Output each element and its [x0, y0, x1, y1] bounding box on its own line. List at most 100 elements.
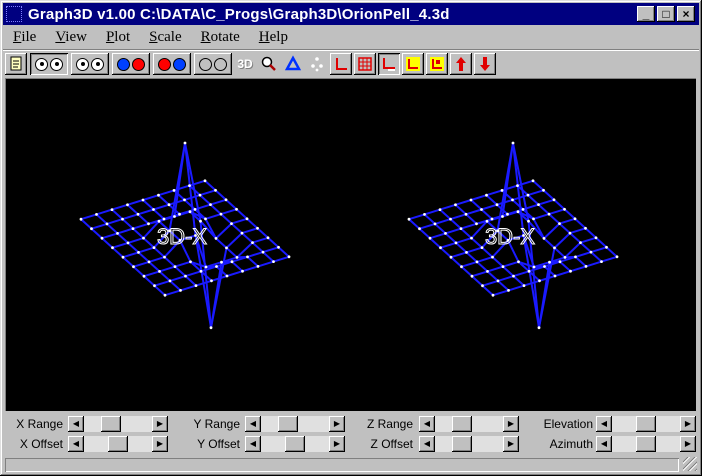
mesh-node [163, 255, 166, 259]
elevation-slider[interactable]: ◀ ▶ [596, 416, 696, 432]
mesh-node [526, 193, 530, 197]
mesh-line [122, 256, 135, 268]
mesh-node [100, 236, 104, 240]
y-offset-slider[interactable]: ◀ ▶ [245, 436, 345, 452]
mesh-node [495, 203, 499, 207]
mesh-line [267, 237, 280, 249]
arrow-left-icon[interactable]: ◀ [245, 436, 261, 452]
overlay-3dx-label: 3D-X [157, 224, 207, 249]
mesh-node [224, 198, 228, 202]
z-scale-button[interactable] [426, 53, 448, 75]
axes-labels-button[interactable] [378, 53, 400, 75]
down-arrow-button[interactable] [474, 53, 496, 75]
menu-view[interactable]: View [55, 29, 87, 46]
mesh-node [548, 260, 551, 264]
view-mono-button[interactable] [30, 53, 68, 75]
slider-thumb[interactable] [285, 436, 305, 452]
mesh-node [547, 212, 551, 216]
slider-thumb[interactable] [451, 436, 472, 452]
mesh-line [174, 260, 191, 268]
mesh-line [579, 241, 592, 253]
mesh-line [241, 232, 254, 244]
close-button[interactable]: × [677, 6, 695, 22]
mesh-line [543, 237, 556, 249]
x-range-slider[interactable]: ◀ ▶ [68, 416, 168, 432]
grid-box-button[interactable] [354, 53, 376, 75]
mesh-line [439, 246, 452, 258]
mesh-node [517, 260, 520, 264]
menu-help[interactable]: Help [259, 29, 288, 46]
arrow-right-icon[interactable]: ▶ [680, 416, 696, 432]
arrow-right-icon[interactable]: ▶ [680, 436, 696, 452]
x-offset-slider[interactable]: ◀ ▶ [68, 436, 168, 452]
mesh-line [460, 265, 473, 277]
x-scale-button[interactable] [402, 53, 424, 75]
up-arrow-button[interactable] [450, 53, 472, 75]
mesh-node [215, 265, 218, 268]
arrow-left-icon[interactable]: ◀ [68, 416, 84, 432]
menu-file[interactable]: File [13, 29, 36, 46]
mesh-line [471, 270, 488, 278]
3d-text-button[interactable]: 3D [234, 53, 256, 75]
arrow-right-icon[interactable]: ▶ [503, 436, 519, 452]
mesh-line [570, 265, 587, 273]
slider-thumb[interactable] [108, 436, 128, 452]
app-icon[interactable] [6, 6, 22, 22]
mesh-node [183, 198, 186, 202]
arrow-right-icon[interactable]: ▶ [152, 436, 168, 452]
arrow-left-icon[interactable]: ◀ [68, 436, 84, 452]
mesh-line [143, 275, 156, 287]
mesh-node [491, 293, 495, 297]
mesh-node [173, 215, 176, 218]
axes-button[interactable] [330, 53, 352, 75]
view-grey-button[interactable] [194, 53, 232, 75]
mesh-line [158, 189, 175, 197]
plot-canvas[interactable]: 3D-X 3D-X [5, 78, 696, 411]
mesh-line [470, 237, 483, 249]
minimize-button[interactable]: _ [637, 6, 655, 22]
slider-thumb[interactable] [100, 416, 121, 432]
view-red-blue-button[interactable] [112, 53, 150, 75]
mesh-line [465, 208, 482, 216]
arrow-right-icon[interactable]: ▶ [152, 416, 168, 432]
triangle-button[interactable] [282, 53, 304, 75]
menu-rotate[interactable]: Rotate [201, 29, 240, 46]
points-button[interactable] [306, 53, 328, 75]
title-bar[interactable]: Graph3D v1.00 C:\DATA\C_Progs\Graph3D\Or… [3, 3, 699, 25]
overlay-3dx-label: 3D-X [485, 224, 535, 249]
view-red-red-button[interactable] [153, 53, 191, 75]
mesh-line [158, 270, 171, 282]
mesh-line [111, 246, 124, 258]
arrow-right-icon[interactable]: ▶ [503, 416, 519, 432]
view-grey-icon [214, 57, 227, 71]
arrow-left-icon[interactable]: ◀ [419, 416, 435, 432]
mesh-node [266, 236, 270, 240]
arrow-left-icon[interactable]: ◀ [596, 436, 612, 452]
view-parallel-button[interactable] [71, 53, 109, 75]
mesh-line [554, 270, 571, 277]
mesh-node [423, 213, 426, 216]
menu-scale[interactable]: Scale [149, 29, 181, 46]
mesh-node [516, 210, 520, 214]
maximize-button[interactable]: □ [657, 6, 675, 22]
y-range-slider[interactable]: ◀ ▶ [245, 416, 345, 432]
zoom-button[interactable] [258, 53, 280, 75]
new-file-button[interactable] [5, 53, 27, 75]
slider-thumb[interactable] [636, 436, 656, 452]
mesh-line [434, 223, 447, 235]
slider-thumb[interactable] [451, 416, 472, 432]
arrow-right-icon[interactable]: ▶ [329, 436, 345, 452]
arrow-left-icon[interactable]: ◀ [419, 436, 435, 452]
mesh-node [126, 241, 130, 245]
azimuth-slider[interactable]: ◀ ▶ [596, 436, 696, 452]
resize-grip-icon[interactable] [683, 457, 697, 471]
menu-plot[interactable]: Plot [106, 29, 130, 46]
slider-thumb[interactable] [636, 416, 656, 432]
mesh-line [580, 236, 597, 244]
arrow-right-icon[interactable]: ▶ [329, 416, 345, 432]
z-offset-slider[interactable]: ◀ ▶ [419, 436, 519, 452]
z-range-slider[interactable]: ◀ ▶ [419, 416, 519, 432]
slider-thumb[interactable] [277, 416, 298, 432]
arrow-left-icon[interactable]: ◀ [245, 416, 261, 432]
arrow-left-icon[interactable]: ◀ [596, 416, 612, 432]
